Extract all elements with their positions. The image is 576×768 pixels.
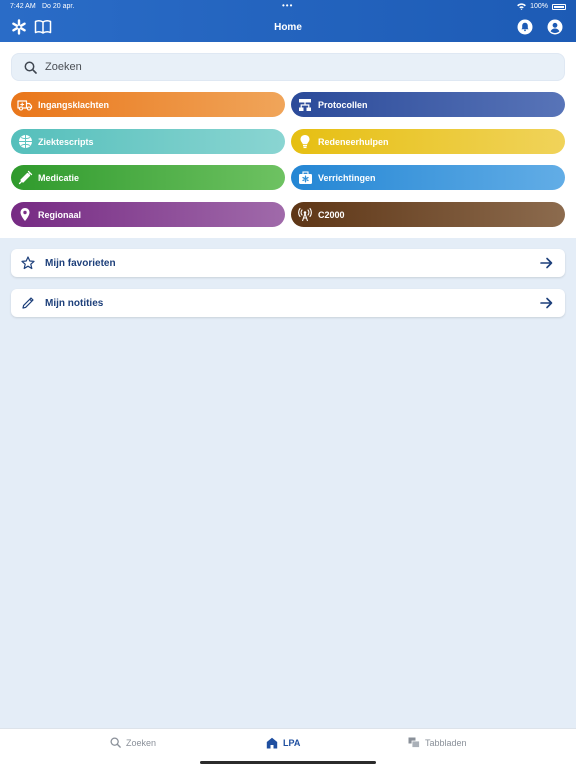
category-label: Ziektescripts xyxy=(38,136,94,147)
user-account-icon[interactable] xyxy=(546,18,564,36)
search-icon xyxy=(110,737,121,748)
tabs-icon xyxy=(408,737,420,748)
wifi-icon xyxy=(517,3,526,10)
category-c2000[interactable]: C2000 xyxy=(291,202,565,227)
category-label: Protocollen xyxy=(318,99,368,110)
search-icon xyxy=(24,61,37,74)
search-placeholder: Zoeken xyxy=(45,61,82,73)
tab-label: Tabbladen xyxy=(425,737,467,748)
category-redeneerhulpen[interactable]: Redeneerhulpen xyxy=(291,129,565,154)
ambulance-icon xyxy=(17,97,33,113)
arrow-right-icon xyxy=(540,297,553,309)
tab-zoeken[interactable]: Zoeken xyxy=(110,737,156,748)
home-icon xyxy=(266,737,278,749)
status-date: Do 20 apr. xyxy=(42,3,75,10)
tab-label: Zoeken xyxy=(126,737,157,748)
medkit-icon xyxy=(297,170,313,186)
star-icon xyxy=(21,256,35,270)
category-label: Ingangsklachten xyxy=(38,99,110,110)
favorites-card[interactable]: Mijn favorieten xyxy=(11,249,565,277)
category-label: Verrichtingen xyxy=(318,172,376,183)
notes-label: Mijn notities xyxy=(45,297,104,309)
category-ingangsklachten[interactable]: Ingangsklachten xyxy=(11,92,285,117)
status-time: 7:42 AM xyxy=(10,3,36,10)
category-verrichtingen[interactable]: Verrichtingen xyxy=(291,165,565,190)
page-title: Home xyxy=(274,22,302,33)
category-label: Regionaal xyxy=(38,209,82,220)
tab-label: LPA xyxy=(283,738,301,748)
notes-card[interactable]: Mijn notities xyxy=(11,289,565,317)
category-regionaal[interactable]: Regionaal xyxy=(11,202,285,227)
status-bar: 7:42 AM Do 20 apr. ••• 100% xyxy=(0,1,576,13)
category-medicatie[interactable]: Medicatie xyxy=(11,165,285,190)
tab-tabbladen[interactable]: Tabbladen xyxy=(408,737,467,748)
category-protocollen[interactable]: Protocollen xyxy=(291,92,565,117)
globe-icon xyxy=(17,134,33,150)
battery-icon xyxy=(552,3,566,10)
arrow-right-icon xyxy=(540,257,553,269)
notification-bell-icon[interactable] xyxy=(516,18,534,36)
tab-lpa[interactable]: LPA xyxy=(266,737,300,749)
battery-percentage: 100% xyxy=(530,3,548,10)
app-header: 7:42 AM Do 20 apr. ••• 100% Home xyxy=(0,0,576,42)
syringe-icon xyxy=(17,170,33,186)
pencil-icon xyxy=(22,297,34,309)
antenna-icon xyxy=(297,207,313,223)
category-ziektescripts[interactable]: Ziektescripts xyxy=(11,129,285,154)
category-label: Medicatie xyxy=(38,172,80,183)
multitasking-dots-icon[interactable]: ••• xyxy=(282,1,293,10)
map-pin-icon xyxy=(17,207,33,223)
home-indicator xyxy=(200,761,376,764)
status-right: 100% xyxy=(517,3,566,10)
lightbulb-icon xyxy=(297,134,313,150)
category-label: Redeneerhulpen xyxy=(318,136,389,147)
flowchart-icon xyxy=(297,97,313,113)
favorites-label: Mijn favorieten xyxy=(45,257,116,269)
category-label: C2000 xyxy=(318,209,345,220)
search-field[interactable]: Zoeken xyxy=(11,53,565,81)
